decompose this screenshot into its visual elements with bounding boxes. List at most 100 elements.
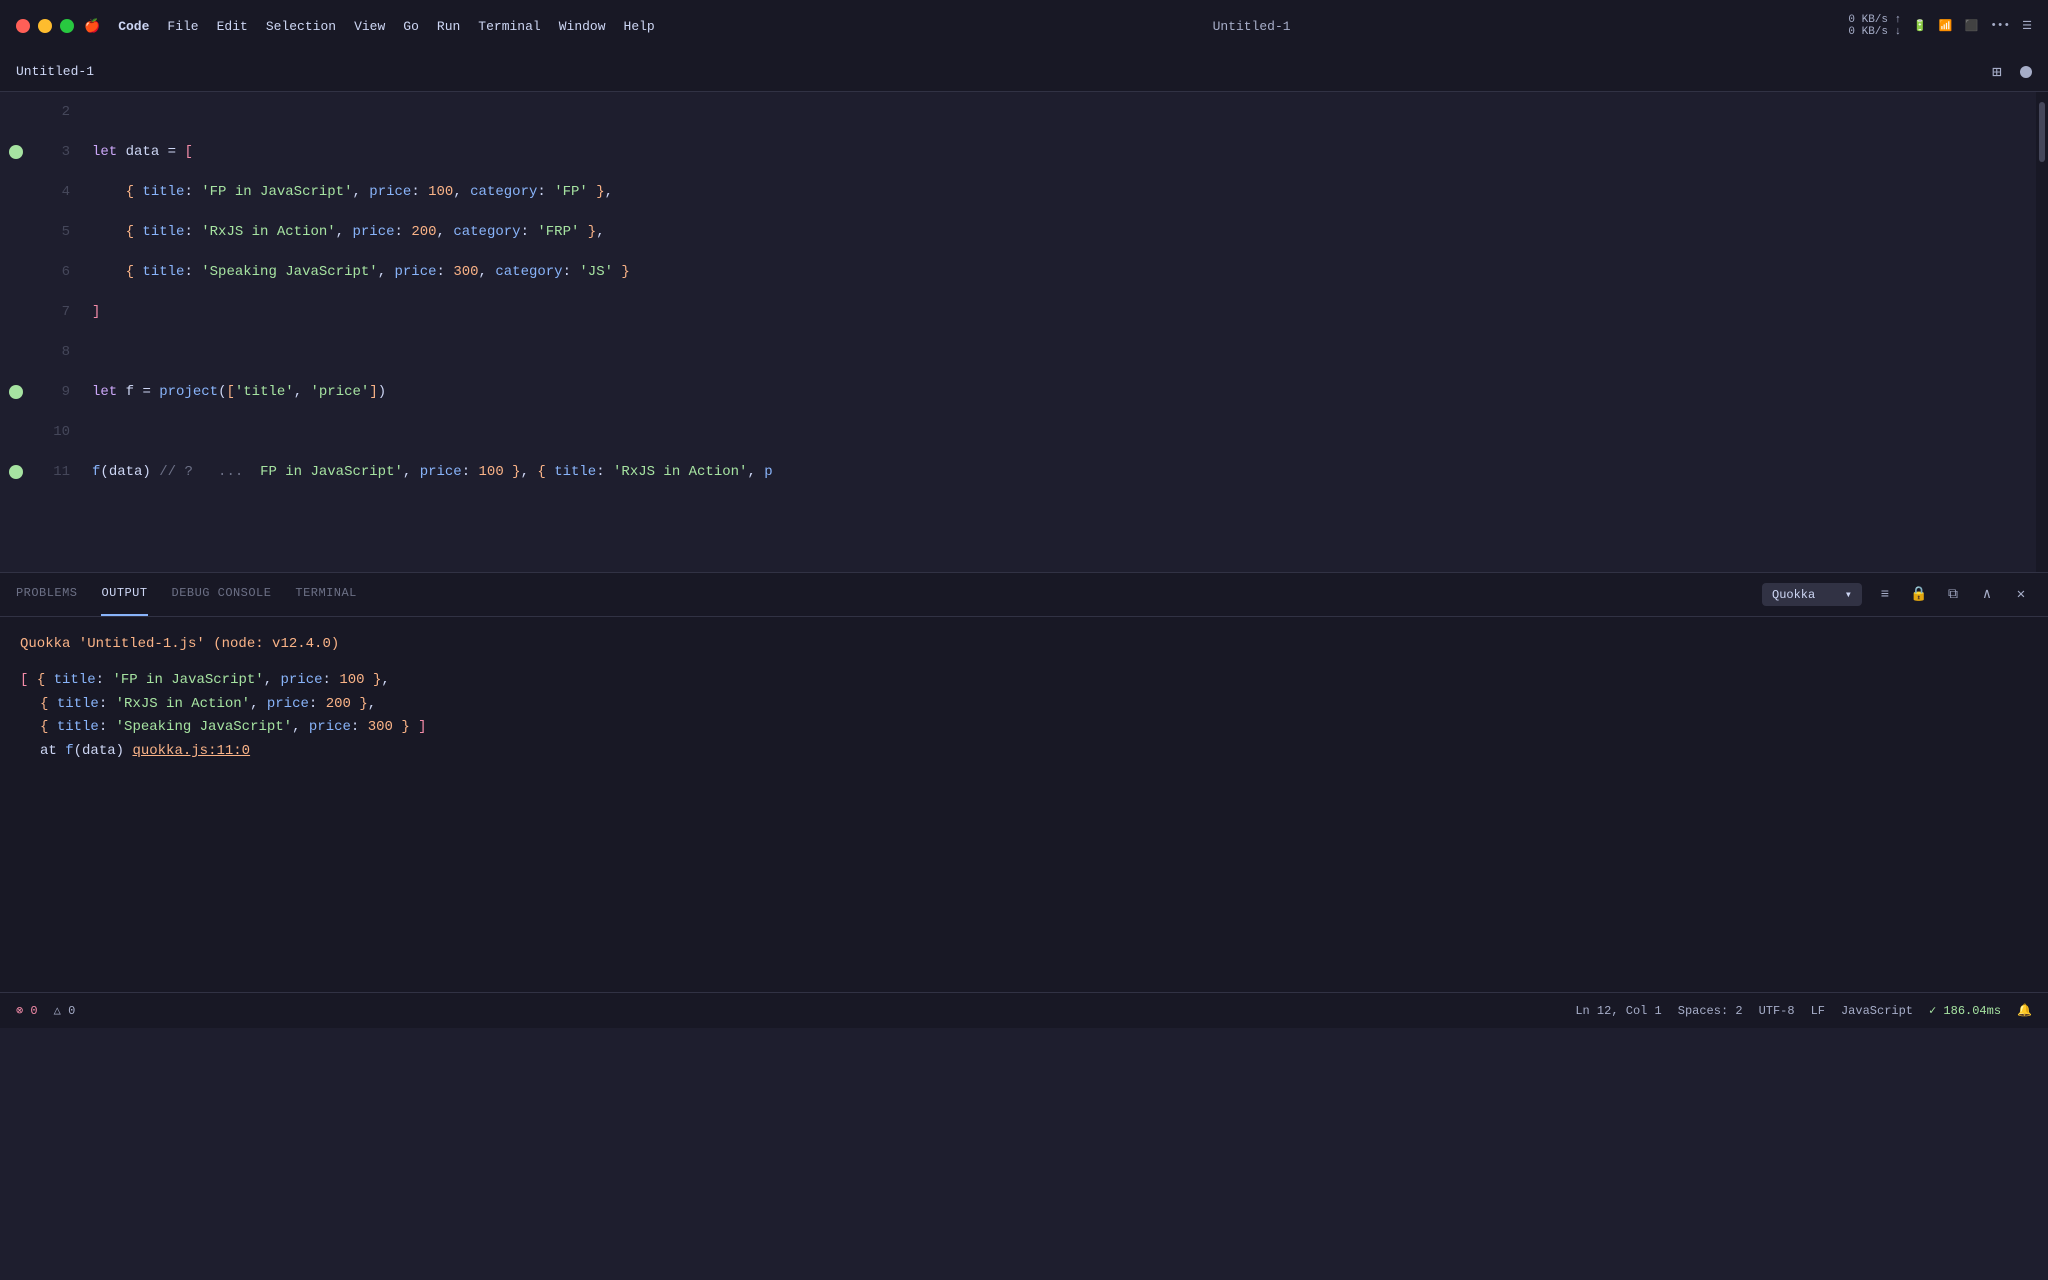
titlebar-right: 0 KB/s ↑0 KB/s ↓ 🔋 📶 ⬛ ••• ☰ xyxy=(1848,14,2032,38)
bp-5 xyxy=(0,212,32,252)
menu-window[interactable]: Window xyxy=(559,19,606,34)
menu-terminal[interactable]: Terminal xyxy=(478,19,540,34)
menu-apple[interactable]: 🍎 xyxy=(84,19,100,34)
quokka-time[interactable]: ✓ 186.04ms xyxy=(1929,1003,2001,1018)
quokka-output-header: Quokka 'Untitled-1.js' (node: v12.4.0) xyxy=(20,633,339,657)
ln-9: 9 xyxy=(32,372,82,412)
ln-4: 4 xyxy=(32,172,82,212)
tab-untitled[interactable]: Untitled-1 xyxy=(16,64,94,79)
code-line-7: ] xyxy=(92,292,2036,332)
panel: PROBLEMS OUTPUT DEBUG CONSOLE TERMINAL Q… xyxy=(0,572,2048,992)
close-panel-icon[interactable]: ✕ xyxy=(2010,584,2032,606)
ln-5: 5 xyxy=(32,212,82,252)
network-status: 0 KB/s ↑0 KB/s ↓ xyxy=(1848,14,1901,38)
breakpoint-11[interactable] xyxy=(9,465,23,479)
ln-6: 6 xyxy=(32,252,82,292)
tab-problems[interactable]: PROBLEMS xyxy=(16,573,77,616)
window-title: Untitled-1 xyxy=(1213,19,1291,34)
ln-7: 7 xyxy=(32,292,82,332)
status-left: ⊗ 0 △ 0 xyxy=(16,1003,75,1018)
minimize-button[interactable] xyxy=(38,19,52,33)
menu-edit[interactable]: Edit xyxy=(217,19,248,34)
lock-icon[interactable]: 🔒 xyxy=(1908,584,1930,606)
editor-scrollbar[interactable] xyxy=(2036,92,2048,572)
breakpoint-9[interactable] xyxy=(9,385,23,399)
bp-3 xyxy=(0,132,32,172)
tabbar: Untitled-1 ⊞ xyxy=(0,52,2048,92)
code-line-2 xyxy=(92,92,2036,132)
code-line-4: { title: 'FP in JavaScript', price: 100,… xyxy=(92,172,2036,212)
editor-area: 2 3 4 5 6 7 8 9 10 11 let data = [ { tit… xyxy=(0,92,2048,572)
menu-run[interactable]: Run xyxy=(437,19,460,34)
menu-file[interactable]: File xyxy=(167,19,198,34)
titlebar-left: 🍎 Code File Edit Selection View Go Run T… xyxy=(16,19,655,34)
ln-10: 10 xyxy=(32,412,82,452)
encoding[interactable]: UTF-8 xyxy=(1759,1004,1795,1018)
dropdown-label: Quokka xyxy=(1772,588,1815,602)
bp-8 xyxy=(0,332,32,372)
warning-count[interactable]: △ 0 xyxy=(54,1003,76,1018)
code-editor[interactable]: let data = [ { title: 'FP in JavaScript'… xyxy=(92,92,2036,572)
breakpoint-3[interactable] xyxy=(9,145,23,159)
list-filter-icon[interactable]: ≡ xyxy=(1874,584,1896,606)
code-line-11: f(data) // ? ... FP in JavaScript', pric… xyxy=(92,452,2036,492)
battery-icon: 🔋 xyxy=(1913,19,1927,33)
tab-output[interactable]: OUTPUT xyxy=(101,573,147,616)
titlebar: 🍎 Code File Edit Selection View Go Run T… xyxy=(0,0,2048,52)
output-line-3: { title: 'Speaking JavaScript', price: 3… xyxy=(20,716,2028,740)
code-line-5: { title: 'RxJS in Action', price: 200, c… xyxy=(92,212,2036,252)
code-line-10 xyxy=(92,412,2036,452)
ln-11: 11 xyxy=(32,452,82,492)
chevron-down-icon: ▾ xyxy=(1845,587,1852,602)
quokka-link[interactable]: quokka.js:11:0 xyxy=(132,740,250,764)
bp-7 xyxy=(0,292,32,332)
code-line-8 xyxy=(92,332,2036,372)
ln-3: 3 xyxy=(32,132,82,172)
indentation[interactable]: Spaces: 2 xyxy=(1678,1004,1743,1018)
code-line-6: { title: 'Speaking JavaScript', price: 3… xyxy=(92,252,2036,292)
list-icon: ☰ xyxy=(2022,19,2032,33)
ln-2: 2 xyxy=(32,92,82,132)
menu-selection[interactable]: Selection xyxy=(266,19,336,34)
language-mode[interactable]: JavaScript xyxy=(1841,1004,1913,1018)
error-count[interactable]: ⊗ 0 xyxy=(16,1003,38,1018)
menu-go[interactable]: Go xyxy=(403,19,419,34)
close-button[interactable] xyxy=(16,19,30,33)
output-line-2: { title: 'RxJS in Action', price: 200 }, xyxy=(20,693,2028,717)
statusbar: ⊗ 0 △ 0 Ln 12, Col 1 Spaces: 2 UTF-8 LF … xyxy=(0,992,2048,1028)
panel-tabs-right: Quokka ▾ ≡ 🔒 ⧉ ∧ ✕ xyxy=(1762,583,2032,606)
maximize-button[interactable] xyxy=(60,19,74,33)
notification-icon[interactable]: 🔔 xyxy=(2017,1003,2032,1018)
tabbar-right: ⊞ xyxy=(1988,63,2032,81)
cursor-position[interactable]: Ln 12, Col 1 xyxy=(1575,1004,1661,1018)
bp-11 xyxy=(0,452,32,492)
line-numbers: 2 3 4 5 6 7 8 9 10 11 xyxy=(32,92,92,572)
quokka-header-line: Quokka 'Untitled-1.js' (node: v12.4.0) xyxy=(20,633,2028,657)
menu-view[interactable]: View xyxy=(354,19,385,34)
traffic-lights xyxy=(16,19,74,33)
tab-terminal[interactable]: TERMINAL xyxy=(295,573,356,616)
bp-2 xyxy=(0,92,32,132)
status-right: Ln 12, Col 1 Spaces: 2 UTF-8 LF JavaScri… xyxy=(1575,1003,2032,1018)
bp-9 xyxy=(0,372,32,412)
bp-10 xyxy=(0,412,32,452)
collapse-panel-icon[interactable]: ∧ xyxy=(1976,584,1998,606)
tab-debug-console[interactable]: DEBUG CONSOLE xyxy=(172,573,272,616)
panel-body: Quokka 'Untitled-1.js' (node: v12.4.0) [… xyxy=(0,617,2048,992)
copy-icon[interactable]: ⧉ xyxy=(1942,584,1964,606)
bp-4 xyxy=(0,172,32,212)
code-line-3: let data = [ xyxy=(92,132,2036,172)
breakpoint-column xyxy=(0,92,32,572)
menu-code[interactable]: Code xyxy=(118,19,149,34)
ln-8: 8 xyxy=(32,332,82,372)
extensions-icon: ⬛ xyxy=(1965,19,1979,33)
menu-help[interactable]: Help xyxy=(624,19,655,34)
dirty-indicator xyxy=(2020,66,2032,78)
more-icon: ••• xyxy=(1990,20,2010,32)
eol[interactable]: LF xyxy=(1811,1004,1825,1018)
output-line-4: at f(data) quokka.js:11:0 xyxy=(20,740,2028,764)
scrollbar-thumb[interactable] xyxy=(2039,102,2045,162)
split-editor-icon[interactable]: ⊞ xyxy=(1988,63,2006,81)
wifi-icon: 📶 xyxy=(1939,19,1953,33)
output-source-dropdown[interactable]: Quokka ▾ xyxy=(1762,583,1862,606)
